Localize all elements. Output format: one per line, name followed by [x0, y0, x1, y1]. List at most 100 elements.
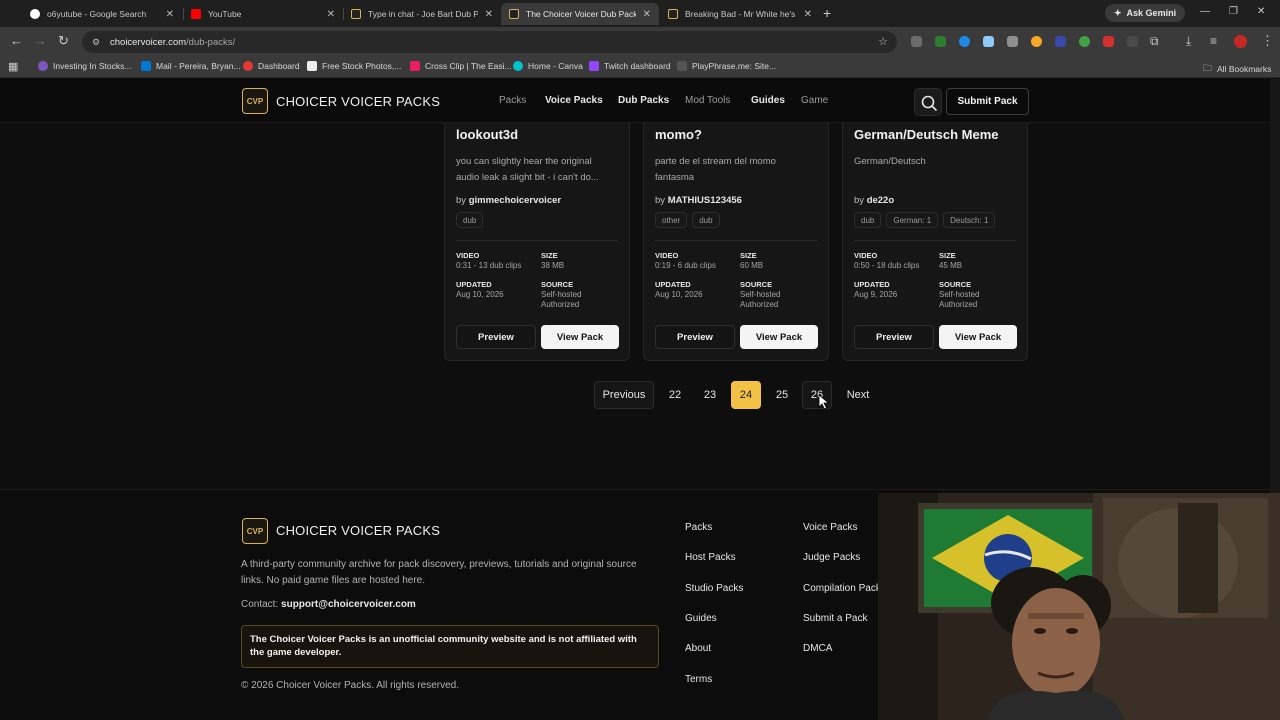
view-pack-button[interactable]: View Pack — [541, 325, 619, 349]
footer-link-voice-packs[interactable]: Voice Packs — [803, 522, 857, 533]
pack-title[interactable]: lookout3d — [456, 127, 624, 143]
browser-toolbar: ← → ↻ ⚙ choicervoicer.com/dub-packs/ ☆ ⧉… — [0, 27, 1280, 57]
view-pack-button[interactable]: View Pack — [939, 325, 1017, 349]
bookmark-favicon — [410, 61, 420, 71]
extensions-puzzle-icon[interactable]: ⧉ — [1150, 34, 1159, 48]
bookmark-item[interactable]: Investing In Stocks... — [38, 61, 131, 71]
preview-button[interactable]: Preview — [456, 325, 536, 349]
tab-breaking-bad[interactable]: Breaking Bad - Mr White he's t ✕ — [660, 3, 820, 25]
contact-email-link[interactable]: support@choicervoicer.com — [281, 599, 416, 610]
footer-logo[interactable]: CVP — [242, 518, 268, 544]
footer-link-guides[interactable]: Guides — [685, 613, 717, 624]
close-window-icon[interactable]: ✕ — [1257, 6, 1265, 17]
bookmark-item[interactable]: Cross Clip | The Easi... — [410, 61, 512, 71]
extension-icon[interactable] — [911, 36, 922, 47]
bookmark-item[interactable]: PlayPhrase.me: Site... — [677, 61, 776, 71]
page-24-current[interactable]: 24 — [731, 381, 761, 409]
page-25[interactable]: 25 — [768, 381, 796, 409]
url-path: /dub-packs/ — [186, 36, 236, 48]
pack-author: by gimmechoicervoicer — [456, 195, 562, 206]
bookmark-favicon — [307, 61, 317, 71]
next-page-button[interactable]: Next — [838, 381, 878, 409]
site-info-icon[interactable]: ⚙ — [92, 37, 102, 47]
extension-icon[interactable] — [1127, 36, 1138, 47]
bookmark-favicon — [141, 61, 151, 71]
footer-link-host-packs[interactable]: Host Packs — [685, 552, 736, 563]
reload-icon[interactable]: ↻ — [58, 34, 69, 48]
bookmark-item[interactable]: Twitch dashboard — [589, 61, 671, 71]
nav-packs[interactable]: Packs — [499, 95, 526, 106]
tag[interactable]: Deutsch: 1 — [943, 212, 996, 228]
extension-icon[interactable] — [983, 36, 994, 47]
footer-link-compilation-packs[interactable]: Compilation Packs — [803, 583, 886, 594]
site-brand[interactable]: CHOICER VOICER PACKS — [276, 94, 440, 109]
download-icon[interactable]: ⤓ — [1186, 34, 1191, 48]
tab-youtube[interactable]: YouTube ✕ — [183, 3, 343, 25]
pack-card: lookout3d you can slightly hear the orig… — [444, 99, 630, 361]
extension-icon[interactable] — [1007, 36, 1018, 47]
preview-button[interactable]: Preview — [854, 325, 934, 349]
tag-list: dub — [456, 212, 484, 228]
menu-icon[interactable]: ⋮ — [1261, 34, 1274, 48]
footer-link-packs[interactable]: Packs — [685, 522, 712, 533]
close-icon[interactable]: ✕ — [804, 9, 812, 20]
tab-choicer-voicer-dub-packs[interactable]: The Choicer Voicer Dub Packs | ✕ — [501, 3, 659, 25]
bookmark-item[interactable]: Free Stock Photos,... — [307, 61, 401, 71]
bookmark-item[interactable]: Dashboard — [243, 61, 300, 71]
media-icon[interactable]: ≡ — [1210, 34, 1217, 48]
footer-link-studio-packs[interactable]: Studio Packs — [685, 583, 743, 594]
close-icon[interactable]: ✕ — [485, 9, 493, 20]
footer-link-judge-packs[interactable]: Judge Packs — [803, 552, 860, 563]
minimize-icon[interactable]: — — [1200, 6, 1210, 17]
pack-title[interactable]: momo? — [655, 127, 823, 143]
new-tab-button[interactable]: + — [823, 6, 831, 20]
restore-icon[interactable]: ❐ — [1229, 6, 1238, 17]
nav-voice-packs[interactable]: Voice Packs — [545, 95, 603, 106]
search-button[interactable] — [914, 88, 942, 116]
view-pack-button[interactable]: View Pack — [740, 325, 818, 349]
extension-icon[interactable] — [1031, 36, 1042, 47]
footer-link-dmca[interactable]: DMCA — [803, 643, 832, 654]
tab-joe-bart-dub-pack[interactable]: Type in chat - Joe Bart Dub Pa ✕ — [343, 3, 501, 25]
preview-button[interactable]: Preview — [655, 325, 735, 349]
tab-google-search[interactable]: o6yutube - Google Search ✕ — [22, 3, 182, 25]
close-icon[interactable]: ✕ — [166, 9, 174, 20]
ask-gemini-button[interactable]: ✦ Ask Gemini — [1105, 4, 1186, 22]
close-icon[interactable]: ✕ — [643, 9, 651, 20]
page-23[interactable]: 23 — [696, 381, 724, 409]
bookmark-star-icon[interactable]: ☆ — [878, 35, 888, 48]
profile-avatar[interactable] — [1234, 35, 1247, 48]
nav-guides[interactable]: Guides — [751, 95, 785, 106]
nav-dub-packs[interactable]: Dub Packs — [618, 95, 669, 106]
extension-icon[interactable] — [935, 36, 946, 47]
tag[interactable]: German: 1 — [886, 212, 939, 228]
footer-link-terms[interactable]: Terms — [685, 674, 712, 685]
close-icon[interactable]: ✕ — [327, 9, 335, 20]
forward-icon[interactable]: → — [34, 34, 47, 48]
pack-title[interactable]: German/Deutsch Meme — [854, 127, 1022, 143]
bookmark-item[interactable]: Home - Canva — [513, 61, 583, 71]
tag[interactable]: other — [655, 212, 688, 228]
previous-page-button[interactable]: Previous — [594, 381, 654, 409]
bookmark-item[interactable]: Mail - Pereira, Bryan... — [141, 61, 241, 71]
extension-icon[interactable] — [1055, 36, 1066, 47]
apps-grid-icon[interactable]: ▦ — [8, 60, 18, 74]
address-bar[interactable]: ⚙ choicervoicer.com/dub-packs/ ☆ — [82, 31, 897, 53]
nav-mod-tools[interactable]: Mod Tools — [685, 95, 730, 106]
footer-contact: Contact: support@choicervoicer.com — [241, 599, 416, 610]
tag[interactable]: dub — [692, 212, 720, 228]
extension-icon[interactable] — [1079, 36, 1090, 47]
footer-link-about[interactable]: About — [685, 643, 711, 654]
page-22[interactable]: 22 — [661, 381, 689, 409]
submit-pack-button[interactable]: Submit Pack — [946, 88, 1029, 115]
extension-icon[interactable] — [1103, 36, 1114, 47]
site-logo[interactable]: CVP — [242, 88, 268, 114]
tag[interactable]: dub — [854, 212, 882, 228]
extension-icon[interactable] — [959, 36, 970, 47]
nav-game[interactable]: Game — [801, 95, 828, 106]
footer-brand[interactable]: CHOICER VOICER PACKS — [276, 523, 440, 538]
footer-link-submit-a-pack[interactable]: Submit a Pack — [803, 613, 867, 624]
tag[interactable]: dub — [456, 212, 484, 228]
back-icon[interactable]: ← — [10, 34, 23, 48]
all-bookmarks[interactable]: 🗀 All Bookmarks — [1203, 61, 1271, 77]
